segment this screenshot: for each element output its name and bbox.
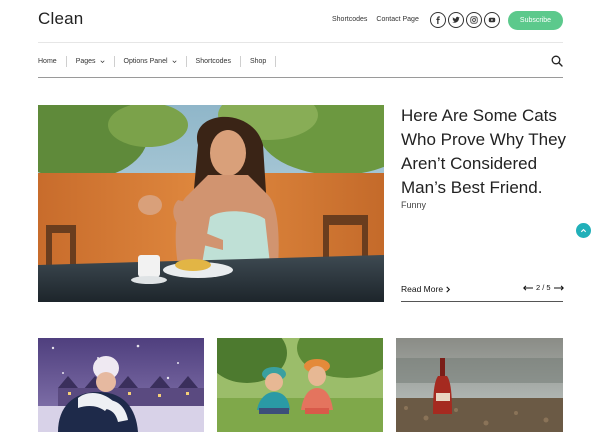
post-card-image-winter[interactable] (38, 338, 204, 432)
top-link-contact[interactable]: Contact Page (376, 16, 418, 23)
nav-divider (38, 77, 563, 78)
search-icon[interactable] (551, 55, 563, 67)
post-card-image-bottle[interactable] (396, 338, 563, 432)
nav-item-pages[interactable]: Pages (76, 58, 105, 65)
nav-item-label: Home (38, 57, 57, 65)
top-links: Shortcodes Contact Page (332, 16, 419, 23)
nav-separator (239, 55, 241, 67)
post-card-image-kids[interactable] (217, 338, 383, 432)
site-logo[interactable]: Clean (38, 9, 83, 29)
nav-separator (65, 55, 67, 67)
read-more-link[interactable]: Read More (401, 284, 451, 294)
subscribe-button[interactable]: Subscribe (508, 11, 563, 30)
nav-item-shortcodes[interactable]: Shortcodes (196, 58, 231, 65)
hero-category[interactable]: Funny (401, 200, 426, 210)
main-nav: Home Pages Options Panel Shortcodes Shop (38, 52, 285, 70)
nav-separator (275, 55, 277, 67)
chevron-down-icon (172, 60, 177, 63)
hero-divider (401, 301, 563, 302)
nav-item-label: Shortcodes (195, 57, 231, 65)
chevron-down-icon (100, 60, 105, 63)
arrow-right-icon[interactable] (553, 285, 564, 291)
nav-item-label: Shop (249, 57, 267, 65)
nav-separator (113, 55, 115, 67)
social-icons (430, 12, 500, 28)
instagram-icon[interactable] (466, 12, 482, 28)
scroll-top-button[interactable] (576, 223, 591, 238)
nav-separator (185, 55, 187, 67)
facebook-icon[interactable] (430, 12, 446, 28)
arrow-left-icon[interactable] (523, 285, 533, 291)
twitter-icon[interactable] (448, 12, 464, 28)
nav-item-shop[interactable]: Shop (250, 58, 266, 65)
nav-item-label: Pages (75, 57, 96, 65)
youtube-icon[interactable] (484, 12, 500, 28)
nav-item-label: Options Panel (123, 57, 168, 65)
header-divider (38, 42, 563, 43)
chevron-right-icon (446, 285, 451, 293)
nav-item-options-panel[interactable]: Options Panel (124, 58, 177, 65)
pager-count: 2 / 5 (536, 283, 551, 292)
hero-image[interactable] (38, 105, 384, 302)
slider-pager: 2 / 5 (523, 283, 564, 292)
hero-title[interactable]: Here Are Some Cats Who Prove Why They Ar… (401, 104, 571, 200)
top-link-shortcodes[interactable]: Shortcodes (332, 16, 367, 23)
read-more-label: Read More (401, 284, 444, 294)
nav-item-home[interactable]: Home (38, 58, 57, 65)
chevron-up-icon (580, 228, 587, 233)
